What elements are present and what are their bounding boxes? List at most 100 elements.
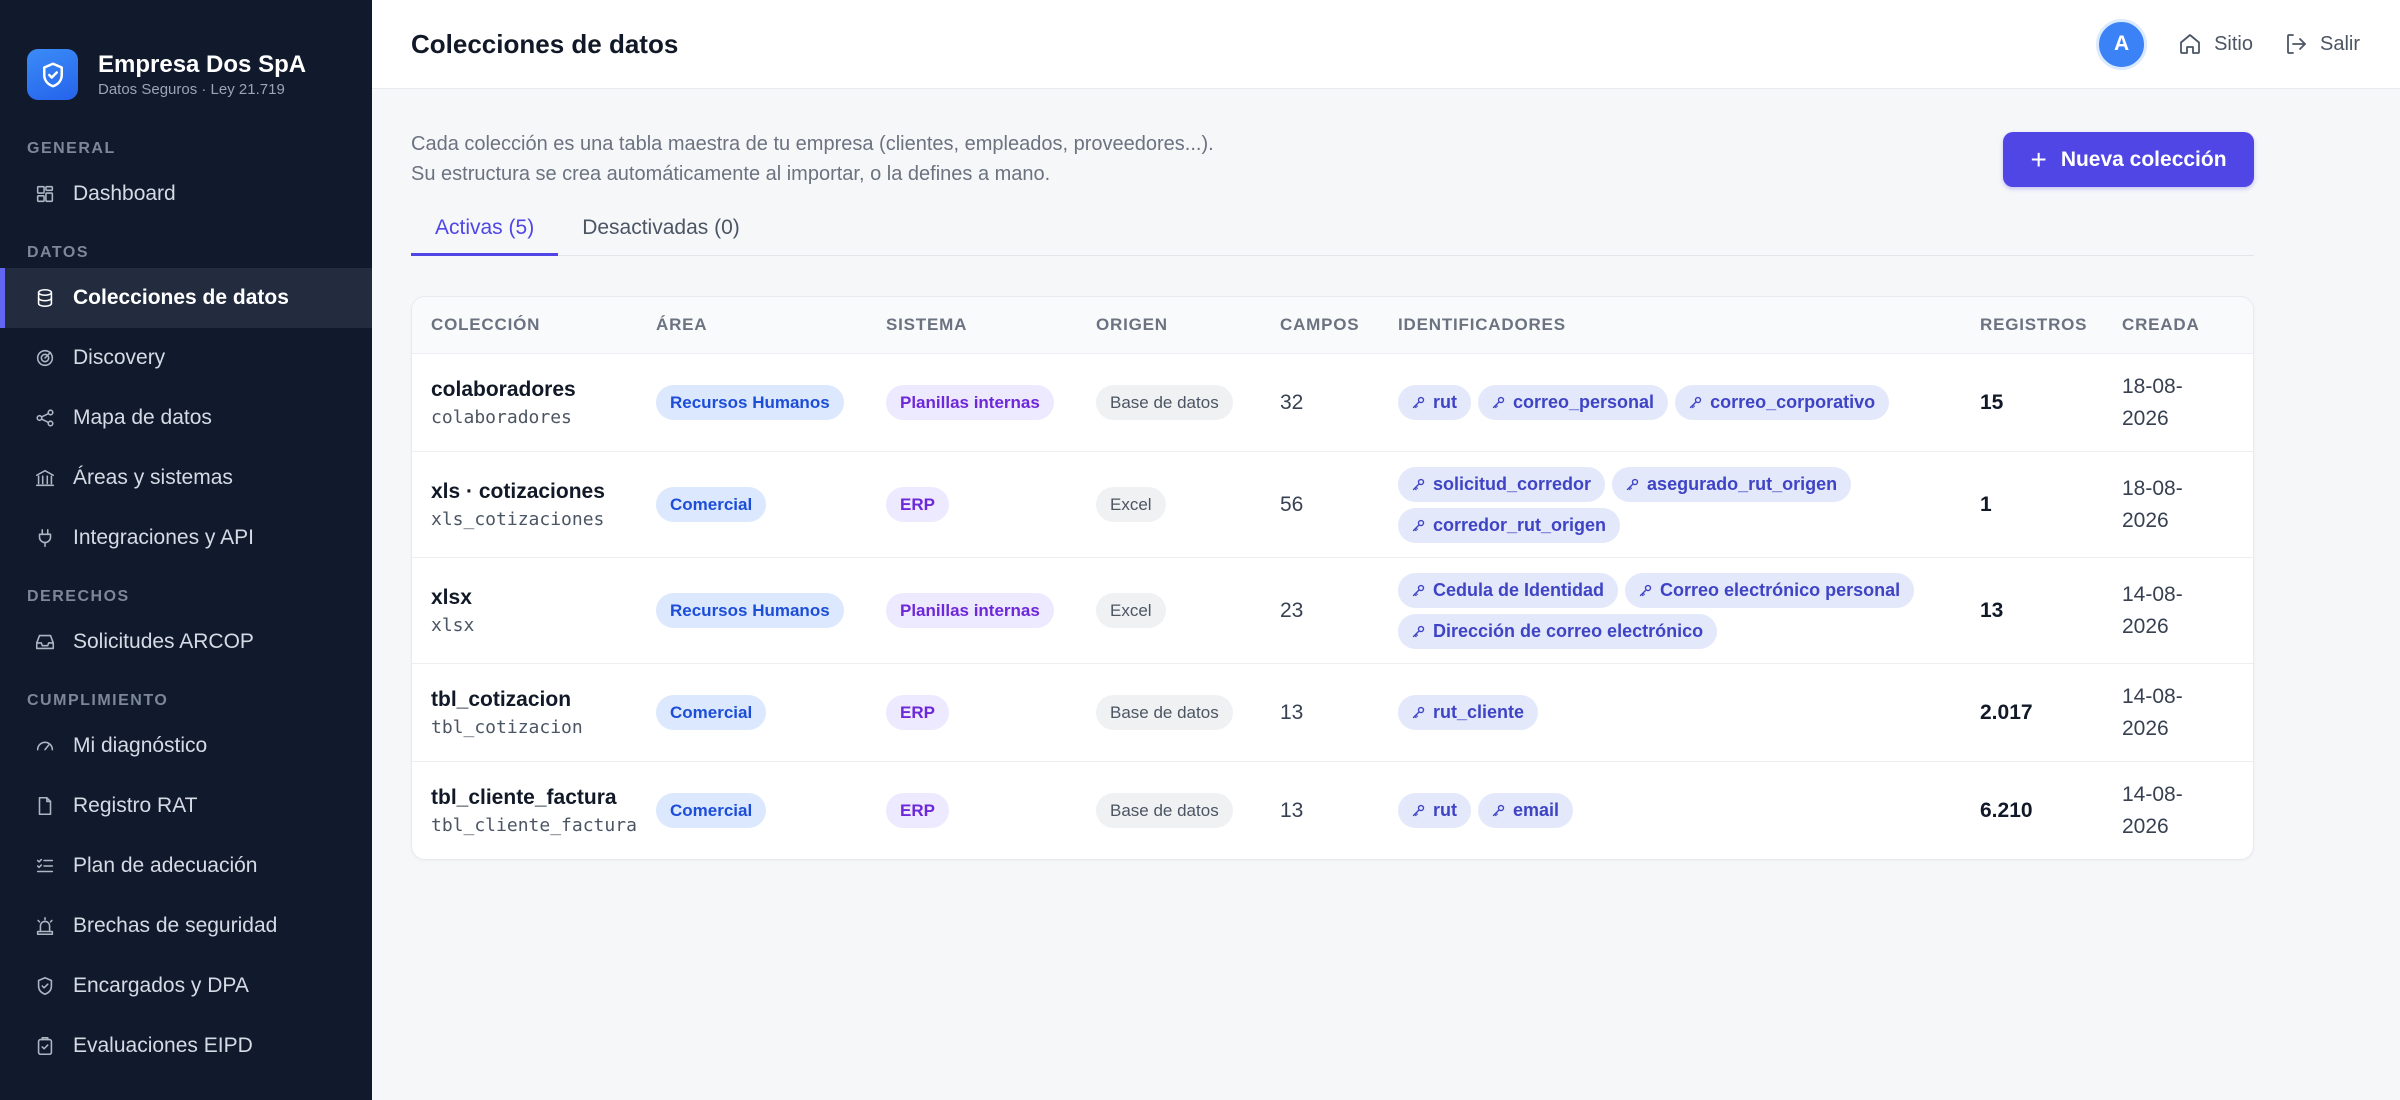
key-icon <box>1412 706 1425 719</box>
created-date-line-2: 2026 <box>2122 508 2169 532</box>
identifier-label: rut_cliente <box>1433 702 1525 722</box>
identifier-chip[interactable]: solicitud_corredor <box>1398 466 1606 502</box>
identifier-label: rut <box>1433 800 1457 820</box>
header-created[interactable]: CREADA <box>2122 315 2232 335</box>
site-link[interactable]: Sitio <box>2178 32 2253 56</box>
identifiers-list: rut email <box>1398 793 1918 828</box>
table-row[interactable]: tbl_cliente_factura tbl_cliente_factura … <box>412 762 2253 859</box>
key-icon <box>1412 519 1425 531</box>
identifier-label: correo_corporativo <box>1710 392 1876 412</box>
collection-name[interactable]: xls · cotizaciones <box>431 477 656 507</box>
siren-icon <box>33 914 57 938</box>
sidebar-item-areas-y-sistemas[interactable]: Áreas y sistemas <box>0 448 372 508</box>
table-row[interactable]: xlsx xlsx Recursos Humanos Planillas int… <box>412 558 2253 664</box>
sidebar-item-plan-de-adecuacion[interactable]: Plan de adecuación <box>0 836 372 896</box>
identifier-chip[interactable]: rut <box>1398 793 1471 828</box>
created-date-line-1: 18-08- <box>2122 374 2183 398</box>
header-area[interactable]: ÁREA <box>656 315 886 335</box>
intro-line-2: Su estructura se crea automáticamente al… <box>411 163 1051 185</box>
sidebar-item-mapa-de-datos[interactable]: Mapa de datos <box>0 388 372 448</box>
brand[interactable]: Empresa Dos SpA Datos Seguros · Ley 21.7… <box>0 0 372 118</box>
created-date-line-2: 2026 <box>2122 814 2169 838</box>
sidebar-item-discovery[interactable]: Discovery <box>0 328 372 388</box>
identifier-chip[interactable]: rut <box>1398 385 1471 420</box>
sidebar-item-solicitudes-arcop[interactable]: Solicitudes ARCOP <box>0 612 372 672</box>
key-icon <box>1412 478 1425 490</box>
key-icon <box>1492 804 1505 817</box>
intro-line-1: Cada colección es una tabla maestra de t… <box>411 133 1214 155</box>
sidebar-item-colecciones-de-datos[interactable]: Colecciones de datos <box>0 268 372 328</box>
sidebar-item-encargados-y-dpa[interactable]: Encargados y DPA <box>0 956 372 1016</box>
identifier-chip[interactable]: Cedula de Identidad <box>1398 572 1619 608</box>
home-icon <box>2180 34 2200 54</box>
created-date: 14-08- 2026 <box>2122 779 2232 843</box>
identifier-chip[interactable]: asegurado_rut_origen <box>1612 466 1852 502</box>
header-collection[interactable]: COLECCIÓN <box>412 315 656 335</box>
sidebar-item-dashboard[interactable]: Dashboard <box>0 164 372 224</box>
identifier-label: corredor_rut_origen <box>1433 514 1607 535</box>
bank-icon <box>33 466 57 490</box>
plus-icon: + <box>2030 143 2047 175</box>
sidebar-item-integraciones-y-api[interactable]: Integraciones y API <box>0 508 372 568</box>
logout-link[interactable]: Salir <box>2284 32 2360 56</box>
identifier-chip[interactable]: email <box>1478 793 1574 828</box>
section-title: DERECHOS <box>27 588 130 605</box>
plug-icon <box>33 526 57 550</box>
database-icon <box>33 286 57 310</box>
tabs: Activas (5) Desactivadas (0) <box>411 211 2254 256</box>
identifier-chip[interactable]: rut_cliente <box>1398 695 1539 730</box>
records-count: 15 <box>1980 390 2004 414</box>
tab-active[interactable]: Activas (5) <box>411 211 559 256</box>
collection-name[interactable]: tbl_cliente_factura <box>431 783 656 813</box>
system-badge: ERP <box>886 695 949 730</box>
section-title: GENERAL <box>27 140 116 157</box>
area-badge: Recursos Humanos <box>656 593 844 628</box>
records-count: 2.017 <box>1980 700 2033 724</box>
table-row[interactable]: xls · cotizaciones xls_cotizaciones Come… <box>412 452 2253 558</box>
collection-name[interactable]: tbl_cotizacion <box>431 685 656 715</box>
area-badge: Comercial <box>656 793 767 828</box>
key-icon <box>1412 625 1425 637</box>
identifier-label: Correo electrónico personal <box>1660 579 1901 600</box>
header-system[interactable]: SISTEMA <box>886 315 1096 335</box>
fields-count: 23 <box>1280 598 1304 622</box>
identifier-chip[interactable]: Correo electrónico personal <box>1625 572 1915 608</box>
identifier-chip[interactable]: corredor_rut_origen <box>1398 507 1621 543</box>
table-row[interactable]: colaboradores colaboradores Recursos Hum… <box>412 354 2253 452</box>
identifier-label: correo_personal <box>1513 392 1655 412</box>
header-fields[interactable]: CAMPOS <box>1280 315 1398 335</box>
identifiers-list: rut correo_personal correo_corporativo <box>1398 385 1918 420</box>
sidebar-item-mi-diagnostico[interactable]: Mi diagnóstico <box>0 716 372 776</box>
system-badge: Planillas internas <box>886 593 1054 628</box>
area-badge: Comercial <box>656 695 767 730</box>
key-icon <box>1412 396 1425 409</box>
sidebar-item-label: Áreas y sistemas <box>73 466 233 489</box>
new-collection-button[interactable]: + Nueva colección <box>2003 132 2254 187</box>
collection-name[interactable]: colaboradores <box>431 375 656 405</box>
collection-name[interactable]: xlsx <box>431 583 656 613</box>
fields-count: 56 <box>1280 492 1304 516</box>
topbar: Colecciones de datos A Sitio Salir <box>372 0 2400 89</box>
header-records[interactable]: REGISTROS <box>1980 315 2122 335</box>
collection-code: xlsx <box>431 614 475 636</box>
identifier-chip[interactable]: correo_personal <box>1478 385 1669 420</box>
identifier-chip[interactable]: correo_corporativo <box>1675 385 1890 420</box>
collection-code: tbl_cotizacion <box>431 716 583 738</box>
created-date: 14-08- 2026 <box>2122 579 2232 643</box>
created-date: 14-08- 2026 <box>2122 681 2232 745</box>
brand-subtitle: Datos Seguros · Ley 21.719 <box>98 80 285 98</box>
identifier-label: Cedula de Identidad <box>1433 579 1605 600</box>
header-origin[interactable]: ORIGEN <box>1096 315 1280 335</box>
brand-name: Empresa Dos SpA <box>98 50 307 78</box>
origin-badge: Excel <box>1096 593 1166 628</box>
identifier-label: email <box>1513 800 1560 820</box>
section-title: CUMPLIMIENTO <box>27 692 169 709</box>
sidebar-item-registro-rat[interactable]: Registro RAT <box>0 776 372 836</box>
sidebar-item-brechas-de-seguridad[interactable]: Brechas de seguridad <box>0 896 372 956</box>
table-row[interactable]: tbl_cotizacion tbl_cotizacion Comercial … <box>412 664 2253 762</box>
tab-deactivated[interactable]: Desactivadas (0) <box>558 211 764 256</box>
header-identifiers[interactable]: IDENTIFICADORES <box>1398 315 1980 335</box>
avatar[interactable]: A <box>2096 18 2148 70</box>
identifier-chip[interactable]: Dirección de correo electrónico <box>1398 613 1718 649</box>
sidebar-item-evaluaciones-eipd[interactable]: Evaluaciones EIPD <box>0 1016 372 1076</box>
